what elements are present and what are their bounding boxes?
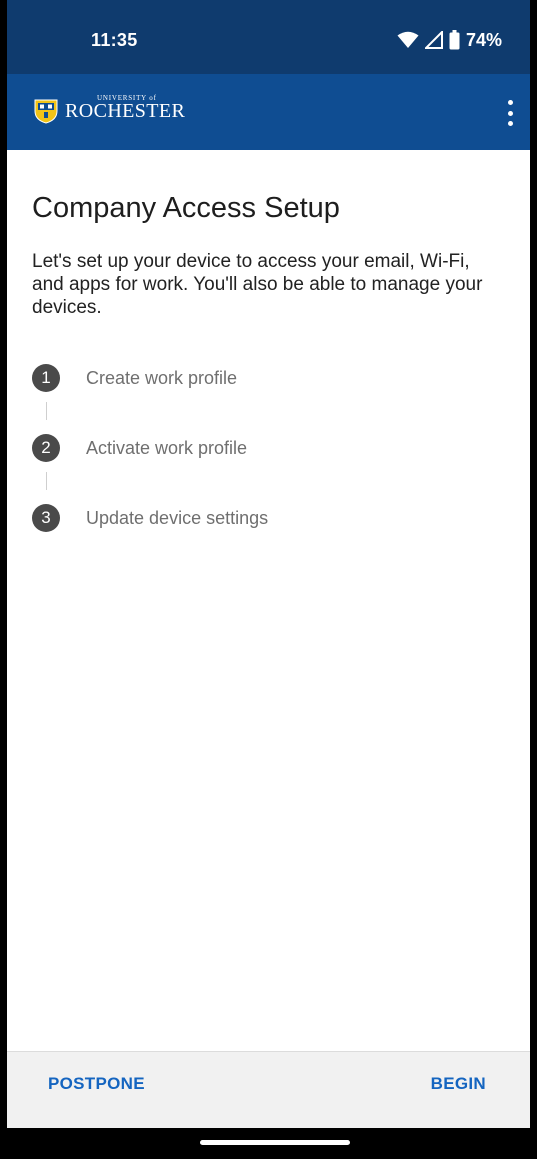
step-label: Create work profile xyxy=(86,367,238,388)
more-vert-icon[interactable] xyxy=(504,100,516,126)
device-frame: 11:35 74% UNIVERSITY of ROCHESTER Compan… xyxy=(0,0,537,1159)
step-label: Update device settings xyxy=(86,507,269,528)
step-connector xyxy=(46,402,47,420)
step-activate-work-profile: 2 Activate work profile xyxy=(32,434,247,462)
page-title: Company Access Setup xyxy=(32,192,340,224)
step-create-work-profile: 1 Create work profile xyxy=(32,364,237,392)
screen: 11:35 74% UNIVERSITY of ROCHESTER Compan… xyxy=(7,0,530,1159)
logo-subtitle: UNIVERSITY of xyxy=(97,94,157,102)
home-gesture-handle[interactable] xyxy=(200,1140,350,1145)
battery-icon xyxy=(449,30,460,50)
system-nav-bar xyxy=(7,1128,530,1159)
step-number: 3 xyxy=(32,504,60,532)
step-label: Activate work profile xyxy=(86,437,248,458)
step-update-device-settings: 3 Update device settings xyxy=(32,504,268,532)
logo-name: ROCHESTER xyxy=(65,100,186,122)
page-description: Let's set up your device to access your … xyxy=(32,251,483,318)
step-connector xyxy=(46,472,47,490)
university-logo: UNIVERSITY of ROCHESTER xyxy=(33,95,186,124)
app-bar: UNIVERSITY of ROCHESTER xyxy=(7,74,530,150)
postpone-button[interactable]: POSTPONE xyxy=(48,1074,145,1094)
begin-button[interactable]: BEGIN xyxy=(431,1074,486,1094)
battery-percent: 74% xyxy=(465,29,502,50)
step-number: 1 xyxy=(32,364,60,392)
logo-wordmark: UNIVERSITY of ROCHESTER xyxy=(65,95,186,122)
status-bar: 11:35 74% xyxy=(7,0,530,74)
status-icons: 74% xyxy=(397,28,502,52)
signal-icon xyxy=(424,31,443,49)
step-number: 2 xyxy=(32,434,60,462)
wifi-icon xyxy=(397,31,419,48)
bottom-action-bar: POSTPONE BEGIN xyxy=(7,1051,530,1128)
university-seal-icon xyxy=(34,99,58,124)
status-time: 11:35 xyxy=(91,30,138,50)
